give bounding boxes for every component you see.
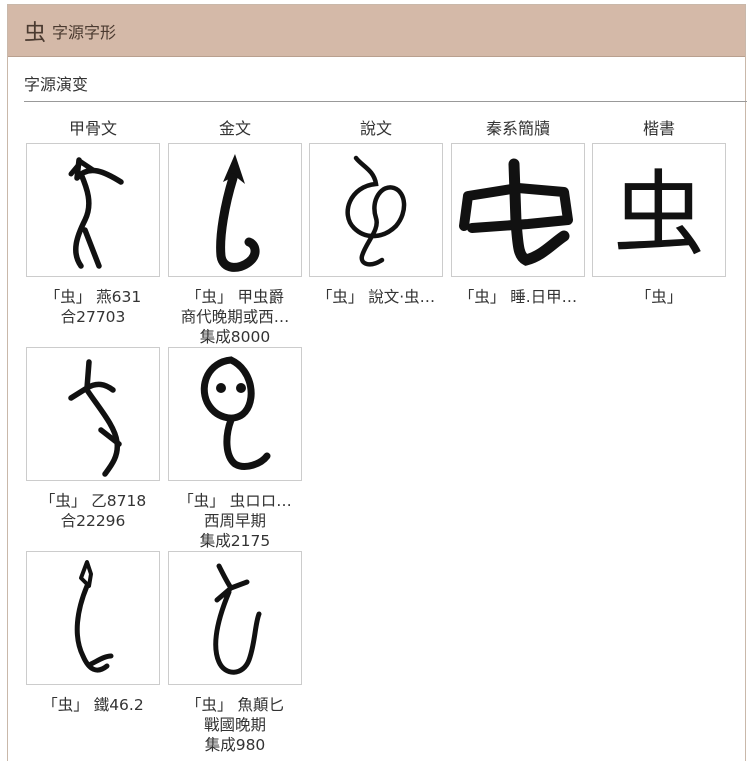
glyph-card-bronze-3[interactable]	[168, 551, 302, 685]
caption-line: 「虫」 虫ロロ…	[178, 492, 292, 510]
qin-slips-glyph-image	[459, 158, 573, 266]
bronze-glyph-image	[216, 154, 260, 272]
glyph-card-bronze-1[interactable]	[168, 143, 302, 277]
caption-line: 集成2175	[199, 532, 271, 550]
glyph-card-shuowen-1[interactable]	[309, 143, 443, 277]
caption-line: 「虫」 鐵46.2	[42, 696, 144, 714]
caption-oracle-1: 「虫」 燕631 合27703	[18, 287, 168, 327]
column-qin-slips: 秦系簡牘	[485, 119, 550, 138]
caption-line: 「虫」 乙8718	[39, 492, 147, 510]
caption-line: 商代晚期或西…	[180, 308, 290, 326]
caption-bronze-3: 「虫」 魚顛匕 戰國晚期 集成980	[160, 695, 310, 755]
header-character: 虫	[24, 20, 47, 46]
oracle-glyph-image	[68, 157, 124, 269]
caption-line: 「虫」 魚顛匕	[186, 696, 284, 714]
caption-line: 「虫」 睡.日甲…	[458, 288, 578, 306]
glyph-card-bronze-2[interactable]	[168, 347, 302, 481]
caption-line: 「虫」 甲虫爵	[186, 288, 284, 306]
caption-bronze-2: 「虫」 虫ロロ… 西周早期 集成2175	[160, 491, 310, 551]
bronze-glyph-image	[213, 563, 262, 675]
oracle-glyph-image	[74, 560, 114, 673]
caption-bronze-1: 「虫」 甲虫爵 商代晚期或西… 集成8000	[160, 287, 310, 347]
column-kaishu: 楷書	[642, 119, 675, 138]
bronze-glyph-image	[200, 356, 271, 470]
caption-shuowen-1: 「虫」 說文·虫…	[301, 287, 451, 307]
caption-qin-1: 「虫」 睡.日甲…	[443, 287, 593, 307]
glyph-origin-panel: 虫 字源字形 字源演变 甲骨文 金文 說文 秦系簡牘 楷書 「虫」 燕631 合…	[7, 4, 747, 761]
section-divider	[24, 101, 747, 102]
glyph-card-kaishu-1[interactable]: 虫	[592, 143, 726, 277]
caption-kaishu-1: 「虫」	[584, 287, 734, 307]
caption-line: 合27703	[60, 308, 126, 326]
caption-line: 合22296	[60, 512, 126, 530]
kaishu-glyph-image: 虫	[613, 161, 705, 268]
caption-line: 集成980	[204, 736, 266, 754]
caption-line: 「虫」 燕631	[44, 288, 142, 306]
glyph-card-oracle-3[interactable]	[26, 551, 160, 685]
header-title: 字源字形	[52, 22, 117, 42]
caption-oracle-2: 「虫」 乙8718 合22296	[18, 491, 168, 531]
glyph-card-oracle-2[interactable]	[26, 347, 160, 481]
caption-line: 集成8000	[199, 328, 271, 346]
column-shuowen: 說文	[359, 119, 392, 138]
caption-line: 「虫」 說文·虫…	[316, 288, 436, 306]
column-bronze: 金文	[218, 119, 251, 138]
section-title: 字源演变	[24, 75, 89, 94]
caption-line: 「虫」	[635, 288, 683, 306]
oracle-glyph-image	[68, 359, 122, 477]
glyph-card-oracle-1[interactable]	[26, 143, 160, 277]
kaishu-glyph-text: 虫	[613, 161, 705, 268]
glyph-card-qin-1[interactable]	[451, 143, 585, 277]
caption-oracle-3: 「虫」 鐵46.2	[18, 695, 168, 715]
shuowen-glyph-image	[345, 155, 407, 267]
panel-header: 虫 字源字形	[8, 5, 745, 57]
caption-line: 戰國晚期	[203, 716, 266, 734]
caption-line: 西周早期	[203, 512, 266, 530]
column-oracle-bone: 甲骨文	[68, 119, 117, 138]
